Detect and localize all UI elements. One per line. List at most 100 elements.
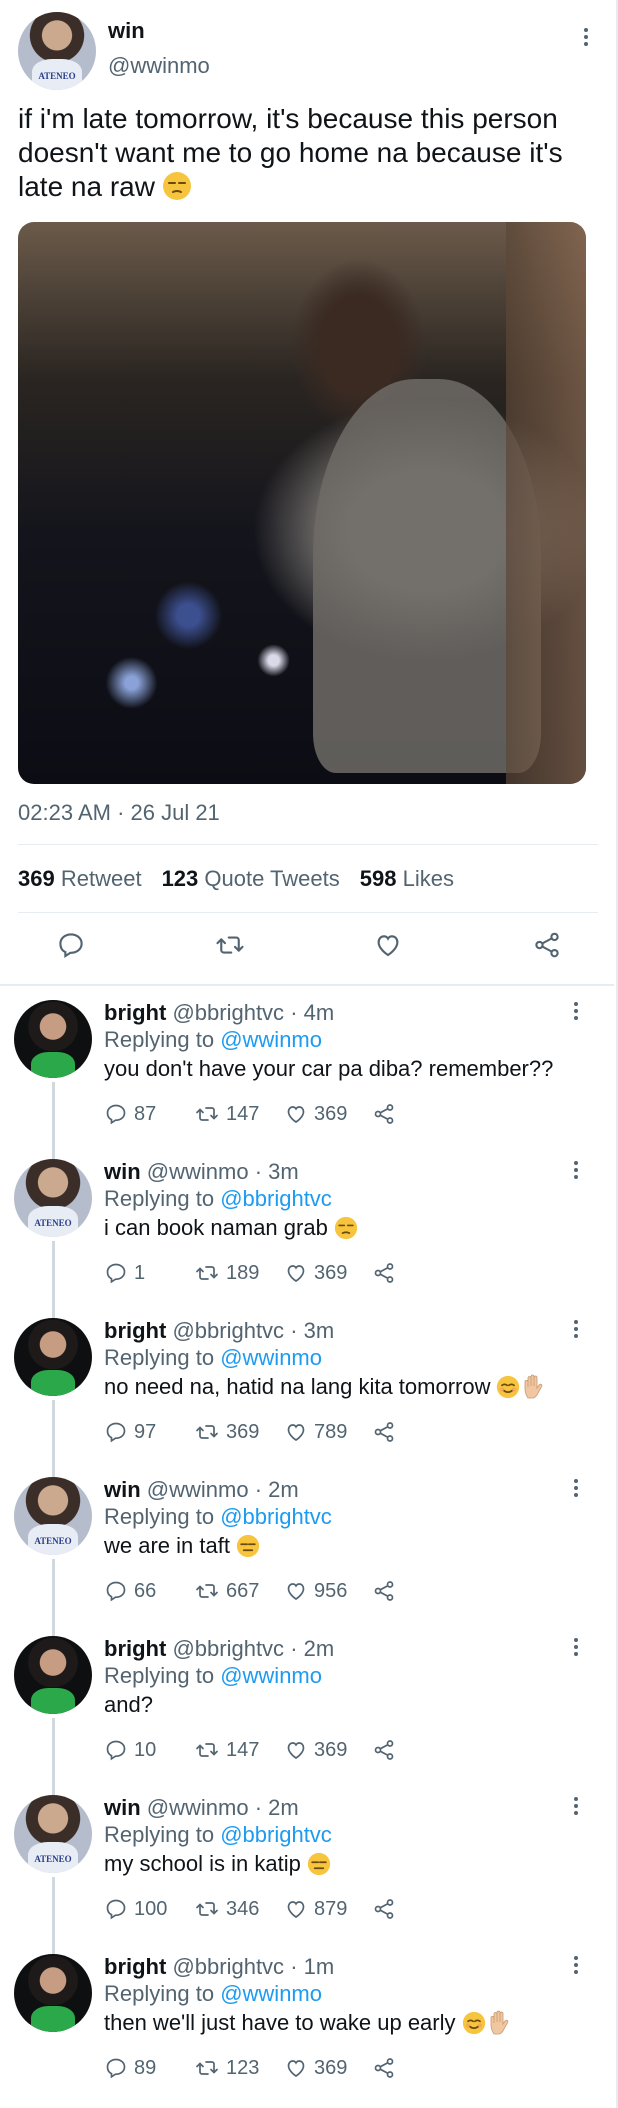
more-options-icon[interactable] (573, 1797, 579, 1815)
like-button[interactable]: 956 (284, 1577, 347, 1605)
like-button[interactable]: 369 (284, 1100, 347, 1128)
author-name[interactable]: bright (104, 1318, 166, 1343)
retweet-button[interactable]: 369 (194, 1418, 259, 1446)
share-button[interactable] (372, 1736, 396, 1764)
reply-tweet[interactable]: bright @bbrightvc · 4m Replying to @wwin… (0, 990, 614, 1159)
share-button[interactable] (372, 1418, 396, 1446)
quote-stat[interactable]: 123 Quote Tweets (162, 866, 340, 892)
reply-time[interactable]: · 2m (290, 1636, 334, 1661)
like-button[interactable]: 789 (284, 1418, 347, 1446)
reply-time[interactable]: · 1m (290, 1954, 334, 1979)
tweet-timestamp[interactable]: 02:23 AM · 26 Jul 21 (18, 800, 220, 826)
replying-to-link[interactable]: @wwinmo (220, 1663, 322, 1688)
retweet-icon (194, 1261, 220, 1285)
author-name[interactable]: bright (104, 1954, 166, 1979)
retweet-icon[interactable] (213, 928, 247, 962)
author-name[interactable]: win (108, 18, 145, 44)
more-options-icon[interactable] (573, 1638, 579, 1656)
more-options-icon[interactable] (573, 1479, 579, 1497)
avatar[interactable]: ATENEO (18, 12, 96, 90)
author-name[interactable]: win (104, 1159, 141, 1184)
reply-button[interactable]: 89 (104, 2054, 156, 2082)
avatar[interactable] (14, 1954, 92, 2032)
reply-button[interactable]: 87 (104, 1100, 156, 1128)
reply-time[interactable]: · 3m (255, 1159, 299, 1184)
replying-to-link[interactable]: @wwinmo (220, 1027, 322, 1052)
more-options-icon[interactable] (573, 1002, 579, 1020)
reply-button[interactable]: 97 (104, 1418, 156, 1446)
like-icon (284, 1261, 308, 1285)
author-handle[interactable]: @wwinmo (147, 1795, 249, 1820)
author-name[interactable]: win (104, 1795, 141, 1820)
retweet-stat[interactable]: 369 Retweet (18, 866, 142, 892)
retweet-button[interactable]: 346 (194, 1895, 259, 1923)
tweet-thread-page: ATENEO win @wwinmo if i'm late tomorrow,… (0, 0, 618, 2108)
avatar[interactable]: ATENEO (14, 1477, 92, 1555)
replying-to-link[interactable]: @bbrightvc (220, 1504, 332, 1529)
author-handle[interactable]: @bbrightvc (172, 1954, 284, 1979)
main-tweet[interactable]: ATENEO win @wwinmo if i'm late tomorrow,… (0, 0, 614, 985)
author-name[interactable]: bright (104, 1636, 166, 1661)
share-button[interactable] (372, 1577, 396, 1605)
like-button[interactable]: 879 (284, 1895, 347, 1923)
retweet-button[interactable]: 147 (194, 1100, 259, 1128)
more-options-icon[interactable] (583, 28, 589, 46)
reply-tweet[interactable]: bright @bbrightvc · 2m Replying to @wwin… (0, 1626, 614, 1795)
likes-stat[interactable]: 598 Likes (360, 866, 454, 892)
author-handle[interactable]: @bbrightvc (172, 1636, 284, 1661)
retweet-button[interactable]: 667 (194, 1577, 259, 1605)
share-icon[interactable] (530, 928, 564, 962)
avatar[interactable] (14, 1636, 92, 1714)
reply-button[interactable]: 100 (104, 1895, 167, 1923)
replying-to-link[interactable]: @bbrightvc (220, 1822, 332, 1847)
avatar[interactable] (14, 1000, 92, 1078)
reply-button[interactable]: 1 (104, 1259, 145, 1287)
replying-to-link[interactable]: @bbrightvc (220, 1186, 332, 1211)
reply-time[interactable]: · 2m (255, 1795, 299, 1820)
author-name[interactable]: win (104, 1477, 141, 1502)
author-handle[interactable]: @wwinmo (147, 1477, 249, 1502)
retweet-count: 667 (226, 1579, 260, 1602)
reply-icon[interactable] (54, 928, 88, 962)
reply-button[interactable]: 66 (104, 1577, 156, 1605)
author-name[interactable]: bright (104, 1000, 166, 1025)
share-button[interactable] (372, 1895, 396, 1923)
author-handle[interactable]: @bbrightvc (172, 1318, 284, 1343)
tweet-photo[interactable] (18, 222, 586, 784)
share-button[interactable] (372, 1259, 396, 1287)
author-handle[interactable]: @wwinmo (147, 1159, 249, 1184)
replying-to-link[interactable]: @wwinmo (220, 1981, 322, 2006)
like-count: 369 (314, 1102, 348, 1125)
share-button[interactable] (372, 1100, 396, 1128)
reply-count: 87 (134, 1102, 157, 1125)
share-button[interactable] (372, 2054, 396, 2082)
reply-time[interactable]: · 3m (290, 1318, 334, 1343)
like-button[interactable]: 369 (284, 1259, 347, 1287)
reply-tweet[interactable]: bright @bbrightvc · 1m Replying to @wwin… (0, 1944, 614, 2103)
more-options-icon[interactable] (573, 1956, 579, 1974)
like-icon (284, 1579, 308, 1603)
avatar[interactable]: ATENEO (14, 1795, 92, 1873)
reply-tweet[interactable]: ATENEO win @wwinmo · 2m Replying to @bbr… (0, 1467, 614, 1636)
more-options-icon[interactable] (573, 1161, 579, 1179)
avatar[interactable]: ATENEO (14, 1159, 92, 1237)
like-icon[interactable] (371, 928, 405, 962)
reply-tweet[interactable]: ATENEO win @wwinmo · 3m Replying to @bbr… (0, 1149, 614, 1318)
reply-time[interactable]: · 2m (255, 1477, 299, 1502)
retweet-button[interactable]: 123 (194, 2054, 259, 2082)
more-options-icon[interactable] (573, 1320, 579, 1338)
like-button[interactable]: 369 (284, 2054, 347, 2082)
retweet-button[interactable]: 147 (194, 1736, 259, 1764)
reply-button[interactable]: 10 (104, 1736, 156, 1764)
author-handle[interactable]: @wwinmo (108, 53, 210, 79)
reply-tweet[interactable]: ATENEO win @wwinmo · 2m Replying to @bbr… (0, 1785, 614, 1954)
reply-tweet[interactable]: bright @bbrightvc · 3m Replying to @wwin… (0, 1308, 614, 1477)
retweet-button[interactable]: 189 (194, 1259, 259, 1287)
reply-time[interactable]: · 4m (290, 1000, 334, 1025)
like-button[interactable]: 369 (284, 1736, 347, 1764)
reply-header: bright @bbrightvc · 4m (104, 1000, 334, 1026)
replying-to-link[interactable]: @wwinmo (220, 1345, 322, 1370)
reply-text: you don't have your car pa diba? remembe… (104, 1056, 554, 1081)
avatar[interactable] (14, 1318, 92, 1396)
author-handle[interactable]: @bbrightvc (172, 1000, 284, 1025)
